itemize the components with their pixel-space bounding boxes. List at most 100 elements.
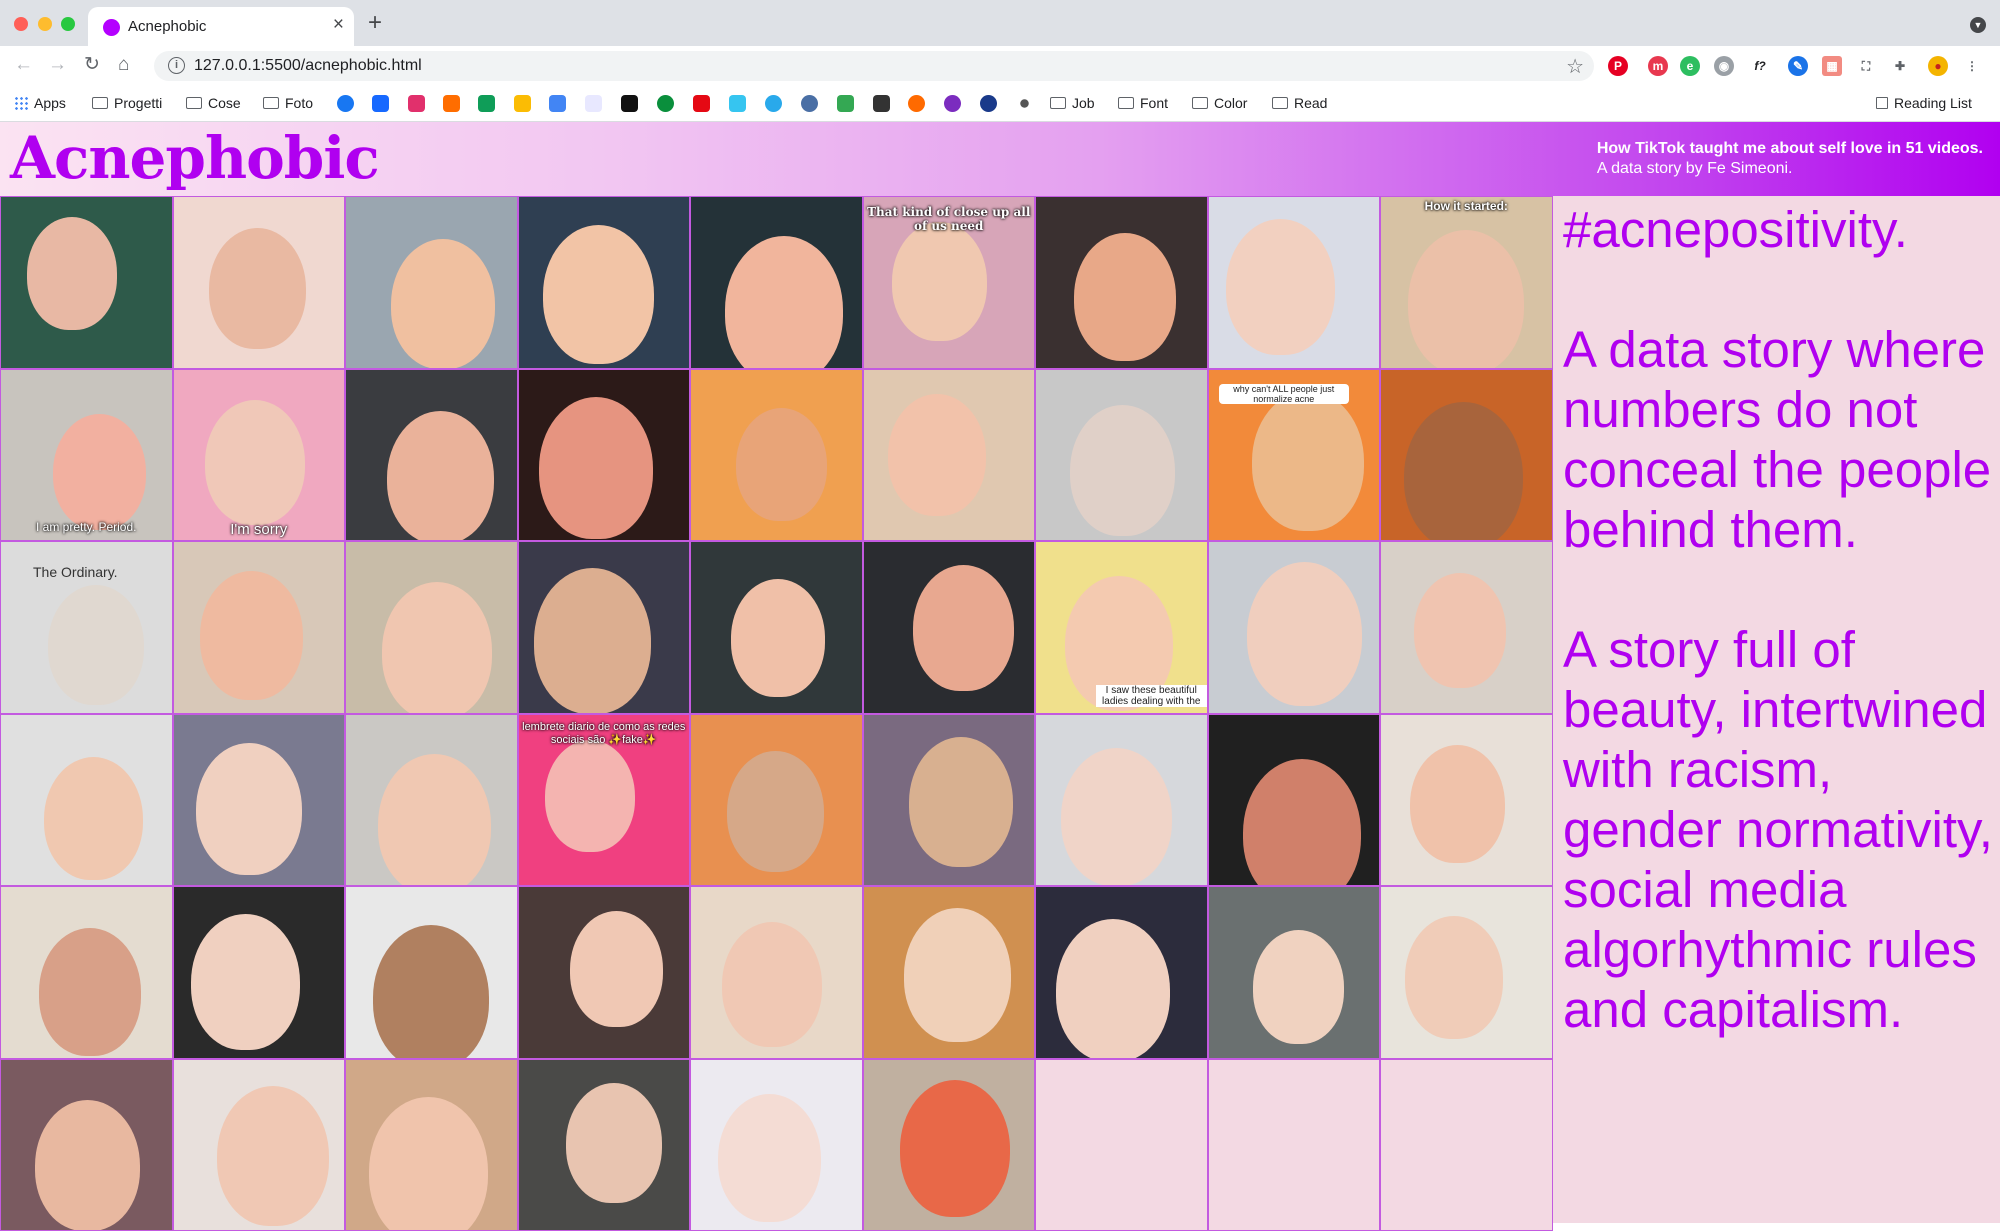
keep-icon[interactable]	[514, 95, 531, 112]
video-thumbnail[interactable]	[345, 369, 518, 542]
maps-icon[interactable]	[837, 95, 854, 112]
video-thumbnail[interactable]: How it started:	[1380, 196, 1553, 369]
address-bar[interactable]: i 127.0.0.1:5500/acnephobic.html ☆	[154, 51, 1594, 81]
video-thumbnail[interactable]	[0, 714, 173, 887]
video-thumbnail[interactable]	[173, 886, 346, 1059]
url-text[interactable]: 127.0.0.1:5500/acnephobic.html	[194, 57, 422, 75]
video-thumbnail[interactable]	[0, 886, 173, 1059]
reading-list-button[interactable]: Reading List	[1876, 95, 1972, 111]
video-thumbnail[interactable]	[345, 541, 518, 714]
bookmark-icon[interactable]	[443, 95, 460, 112]
video-thumbnail[interactable]: why can't ALL people just normalize acne	[1208, 369, 1381, 542]
video-thumbnail[interactable]	[690, 369, 863, 542]
camera-icon[interactable]: ◉	[1714, 56, 1734, 76]
video-thumbnail[interactable]	[1035, 714, 1208, 887]
bookmark-cose[interactable]: Cose	[186, 95, 241, 111]
flickr-icon[interactable]	[980, 95, 997, 112]
stripe-icon[interactable]	[944, 95, 961, 112]
video-thumbnail[interactable]	[1208, 541, 1381, 714]
bookmark-progetti[interactable]: Progetti	[92, 95, 162, 111]
menu-icon[interactable]: ⋮	[1962, 56, 1982, 76]
video-thumbnail[interactable]	[1380, 886, 1553, 1059]
video-thumbnail[interactable]	[518, 196, 691, 369]
behance-icon[interactable]	[372, 95, 389, 112]
new-tab-button[interactable]: +	[368, 9, 382, 37]
video-thumbnail[interactable]: The Ordinary.	[0, 541, 173, 714]
avatar[interactable]: ●	[1928, 56, 1948, 76]
netflix-icon[interactable]	[693, 95, 710, 112]
video-thumbnail[interactable]	[1035, 369, 1208, 542]
video-thumbnail[interactable]	[173, 1059, 346, 1231]
forward-arrow-icon[interactable]: →	[48, 53, 67, 77]
video-thumbnail[interactable]	[863, 714, 1036, 887]
star-icon[interactable]: ☆	[1566, 54, 1584, 79]
screen-capture-icon[interactable]: ⛶	[1856, 56, 1876, 76]
video-thumbnail[interactable]: I'm sorry	[173, 369, 346, 542]
close-window-button[interactable]	[14, 17, 28, 31]
function-icon[interactable]: f?	[1750, 56, 1770, 76]
wordreference-icon[interactable]	[585, 95, 602, 112]
video-thumbnail[interactable]: lembrete diario de como as redes sociais…	[518, 714, 691, 887]
video-thumbnail[interactable]	[518, 1059, 691, 1231]
video-thumbnail[interactable]: I saw these beautiful ladies dealing wit…	[1035, 541, 1208, 714]
facebook-icon[interactable]	[337, 95, 354, 112]
video-thumbnail[interactable]	[173, 196, 346, 369]
video-thumbnail[interactable]	[1208, 886, 1381, 1059]
close-tab-icon[interactable]: ×	[333, 15, 344, 35]
bookmark-font[interactable]: Font	[1118, 95, 1168, 111]
video-thumbnail[interactable]	[345, 714, 518, 887]
site-logo[interactable]: Acnephobic	[10, 124, 379, 192]
video-thumbnail[interactable]	[863, 369, 1036, 542]
video-thumbnail[interactable]	[863, 541, 1036, 714]
font-icon[interactable]	[873, 95, 890, 112]
video-thumbnail[interactable]	[1380, 541, 1553, 714]
bookmark-color[interactable]: Color	[1192, 95, 1247, 111]
pinterest-icon[interactable]: P	[1608, 56, 1628, 76]
video-thumbnail[interactable]: That kind of close up all of us need	[863, 196, 1036, 369]
telegram-icon[interactable]	[765, 95, 782, 112]
video-thumbnail[interactable]	[345, 196, 518, 369]
tab-search-icon[interactable]: ▼	[1970, 17, 1986, 33]
picker-icon[interactable]: ✎	[1788, 56, 1808, 76]
video-thumbnail[interactable]	[345, 1059, 518, 1231]
video-thumbnail[interactable]	[1380, 714, 1553, 887]
bookmark-foto[interactable]: Foto	[263, 95, 313, 111]
we-icon[interactable]	[621, 95, 638, 112]
video-thumbnail[interactable]	[863, 1059, 1036, 1231]
bookmark-job[interactable]: Job	[1050, 95, 1095, 111]
video-thumbnail[interactable]	[690, 714, 863, 887]
video-thumbnail[interactable]	[690, 886, 863, 1059]
evernote-icon[interactable]: e	[1680, 56, 1700, 76]
one-icon[interactable]	[657, 95, 674, 112]
messenger-icon[interactable]	[801, 95, 818, 112]
video-thumbnail[interactable]	[863, 886, 1036, 1059]
maximize-window-button[interactable]	[61, 17, 75, 31]
calendar-icon[interactable]: ▦	[1822, 56, 1842, 76]
video-thumbnail[interactable]	[0, 196, 173, 369]
video-thumbnail[interactable]: I am pretty. Period.	[0, 369, 173, 542]
bookmark-apps[interactable]: Apps	[14, 95, 66, 111]
active-tab[interactable]: Acnephobic ×	[88, 7, 354, 46]
drive-icon[interactable]	[478, 95, 495, 112]
instagram-icon[interactable]	[408, 95, 425, 112]
video-thumbnail[interactable]	[1380, 369, 1553, 542]
dot-icon[interactable]	[1020, 99, 1029, 108]
bookmark-read[interactable]: Read	[1272, 95, 1327, 111]
video-thumbnail[interactable]	[0, 1059, 173, 1231]
video-thumbnail[interactable]	[345, 886, 518, 1059]
reload-icon[interactable]: ↻	[84, 53, 100, 77]
video-thumbnail[interactable]	[690, 1059, 863, 1231]
video-thumbnail[interactable]	[518, 886, 691, 1059]
video-thumbnail[interactable]	[518, 541, 691, 714]
back-arrow-icon[interactable]: ←	[14, 53, 33, 77]
video-thumbnail[interactable]	[1208, 714, 1381, 887]
ai-icon[interactable]	[908, 95, 925, 112]
video-thumbnail[interactable]	[690, 541, 863, 714]
home-icon[interactable]: ⌂	[118, 53, 129, 77]
info-icon[interactable]: i	[168, 57, 185, 74]
video-thumbnail[interactable]	[173, 714, 346, 887]
video-thumbnail[interactable]	[690, 196, 863, 369]
translate-icon[interactable]	[549, 95, 566, 112]
video-thumbnail[interactable]	[1035, 196, 1208, 369]
extensions-icon[interactable]: ✚	[1890, 56, 1910, 76]
